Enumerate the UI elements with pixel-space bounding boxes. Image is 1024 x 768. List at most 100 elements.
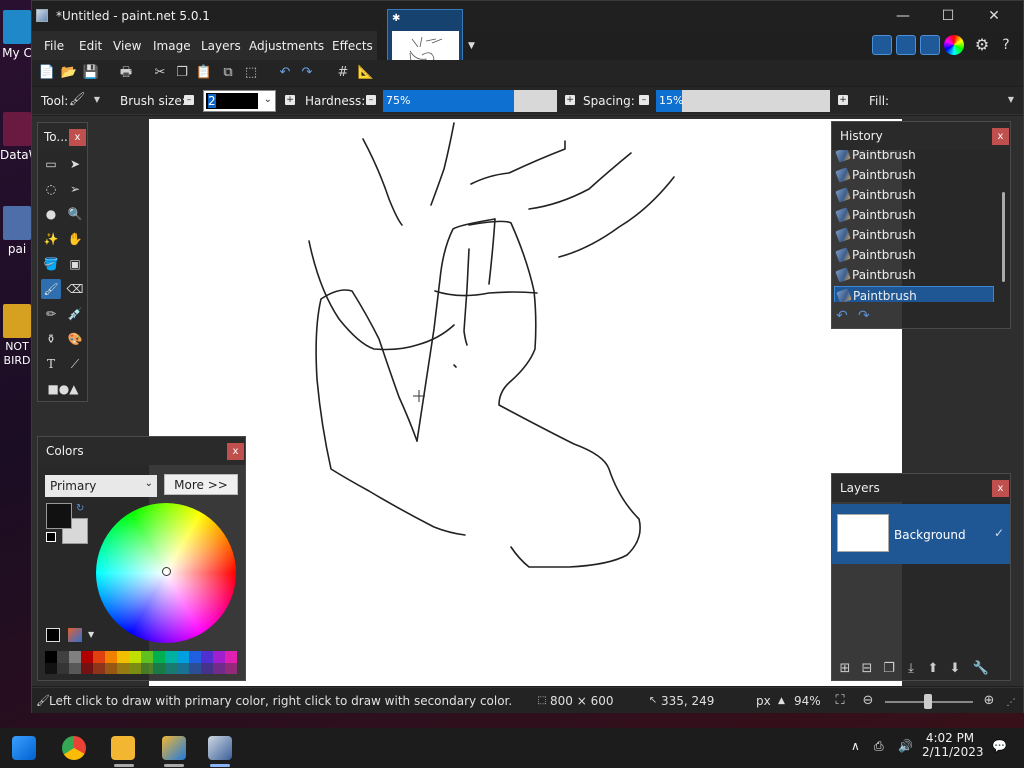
reset-colors-icon[interactable] [46, 532, 56, 542]
history-undo-icon[interactable]: ↶ [836, 308, 848, 324]
move-layer-up-icon[interactable]: ⬆ [924, 660, 942, 678]
history-item[interactable]: Paintbrush [834, 266, 994, 284]
drawing-canvas[interactable] [149, 119, 902, 686]
palette-swatch[interactable] [93, 663, 105, 674]
paintbrush-tool-icon[interactable]: 🖌 [68, 91, 86, 109]
palette-dropdown-icon[interactable]: ▼ [88, 630, 94, 639]
hardness-decrease-button[interactable]: – [366, 95, 376, 105]
desktop-icon-1[interactable]: DataW [0, 112, 41, 162]
palette-swatch[interactable] [225, 651, 237, 663]
move-selected-icon[interactable]: ➤ [65, 154, 85, 174]
color-mode-select[interactable]: Primary ⌄ [45, 475, 157, 497]
palette-swatch[interactable] [189, 651, 201, 663]
zoom-in-icon[interactable]: ⊕ [980, 692, 998, 710]
title-bar[interactable]: *Untitled - paint.net 5.0.1 — ☐ ✕ [32, 1, 1023, 31]
history-item[interactable]: Paintbrush [834, 166, 994, 184]
color-wheel-cursor[interactable] [162, 567, 171, 576]
palette-swatch[interactable] [201, 651, 213, 663]
notifications-icon[interactable]: 💬 [992, 739, 1007, 753]
rectangle-select-icon[interactable]: ▭ [41, 154, 61, 174]
paintnet-taskbar-icon[interactable] [208, 736, 232, 760]
palette-swatch[interactable] [129, 651, 141, 663]
palette-swatch[interactable] [141, 663, 153, 674]
save-icon[interactable]: 💾 [82, 64, 100, 82]
palette-swatch[interactable] [45, 651, 57, 663]
chevron-down-icon[interactable]: ⌄ [264, 94, 272, 105]
open-folder-icon[interactable]: 📂 [60, 64, 78, 82]
history-panel-close-button[interactable]: x [992, 128, 1009, 145]
merge-layer-icon[interactable]: ⤓ [902, 660, 920, 678]
add-palette-color-icon[interactable] [46, 628, 60, 642]
palette-swatch[interactable] [117, 663, 129, 674]
eraser-icon[interactable]: ⌫ [65, 279, 85, 299]
hardness-increase-button[interactable]: + [565, 95, 575, 105]
zoom-level[interactable]: 94% [794, 694, 821, 708]
palette-swatch[interactable] [57, 663, 69, 674]
palette-swatch[interactable] [165, 663, 177, 674]
spacing-decrease-button[interactable]: – [639, 95, 649, 105]
spacing-slider[interactable]: 15% [656, 90, 830, 112]
brush-size-increase-button[interactable]: + [285, 95, 295, 105]
windows-start-icon[interactable] [12, 736, 36, 760]
palette-swatch[interactable] [177, 651, 189, 663]
pan-hand-icon[interactable]: ✋ [65, 229, 85, 249]
ruler-icon[interactable]: 📐 [357, 64, 375, 82]
history-item-selected[interactable]: Paintbrush [834, 286, 994, 302]
menu-edit[interactable]: Edit [79, 39, 102, 53]
history-item[interactable]: Paintbrush [834, 226, 994, 244]
redo-icon[interactable]: ↷ [298, 64, 316, 82]
zoom-out-icon[interactable]: ⊖ [859, 692, 877, 710]
paint-bucket-icon[interactable]: 🪣 [41, 254, 61, 274]
brush-size-decrease-button[interactable]: – [184, 95, 194, 105]
brush-size-value-field[interactable]: 2 [206, 93, 258, 109]
deselect-icon[interactable]: ⬚ [242, 64, 260, 82]
maximize-button[interactable]: ☐ [936, 7, 960, 25]
history-item[interactable]: Paintbrush [834, 186, 994, 204]
pencil-icon[interactable]: ✏ [41, 304, 61, 324]
layer-visibility-checkbox[interactable]: ✓ [994, 526, 1004, 540]
palette-swatch[interactable] [189, 663, 201, 674]
crop-icon[interactable]: ⧉ [219, 64, 237, 82]
clone-stamp-icon[interactable]: ⚱ [41, 329, 61, 349]
palette-swatch[interactable] [93, 651, 105, 663]
tools-panel-header[interactable]: To... x [38, 123, 87, 151]
clock[interactable]: 4:02 PM 2/11/2023 [922, 731, 984, 759]
history-item[interactable]: Paintbrush [834, 246, 994, 264]
brush-size-combobox[interactable]: 2 ⌄ [203, 90, 276, 112]
print-icon[interactable]: 🖶 [117, 64, 135, 82]
network-icon[interactable]: ⎙ [874, 739, 884, 754]
palette-swatch[interactable] [105, 663, 117, 674]
menu-image[interactable]: Image [153, 39, 191, 53]
ellipse-select-icon[interactable]: ● [41, 204, 61, 224]
palette-swatch[interactable] [201, 663, 213, 674]
spacing-increase-button[interactable]: + [838, 95, 848, 105]
file-explorer-icon[interactable] [111, 736, 135, 760]
history-item[interactable]: Paintbrush [834, 150, 994, 164]
paintbrush-tool-icon[interactable]: 🖌 [41, 279, 61, 299]
resize-grip-icon[interactable]: ⋰ [1002, 694, 1020, 712]
menu-effects[interactable]: Effects [332, 39, 373, 53]
move-layer-down-icon[interactable]: ⬇ [946, 660, 964, 678]
tool-dropdown-icon[interactable]: ▼ [88, 91, 106, 109]
layers-panel-close-button[interactable]: x [992, 480, 1009, 497]
color-picker-icon[interactable]: 💉 [65, 304, 85, 324]
colors-toggle-icon[interactable] [944, 35, 964, 55]
hardness-slider[interactable]: 75% [383, 90, 557, 112]
delete-layer-icon[interactable]: ⊟ [858, 660, 876, 678]
history-scrollbar[interactable] [1002, 192, 1005, 282]
close-button[interactable]: ✕ [982, 7, 1006, 25]
toolbar-overflow-icon[interactable]: ▼ [1002, 91, 1020, 109]
palette-swatch[interactable] [105, 651, 117, 663]
duplicate-layer-icon[interactable]: ❐ [880, 660, 898, 678]
layer-row-background[interactable]: Background ✓ [832, 504, 1010, 564]
magic-wand-icon[interactable]: ✨ [41, 229, 61, 249]
move-selection-icon[interactable]: ➢ [65, 179, 85, 199]
tab-dropdown-icon[interactable]: ▼ [468, 41, 475, 51]
palette-swatch[interactable] [129, 663, 141, 674]
layers-panel-header[interactable]: Layers x [832, 474, 1010, 502]
cut-icon[interactable]: ✂ [151, 64, 169, 82]
volume-icon[interactable]: 🔊 [898, 739, 913, 753]
paste-icon[interactable]: 📋 [195, 64, 213, 82]
palette-swatch[interactable] [213, 663, 225, 674]
recolor-icon[interactable]: 🎨 [65, 329, 85, 349]
